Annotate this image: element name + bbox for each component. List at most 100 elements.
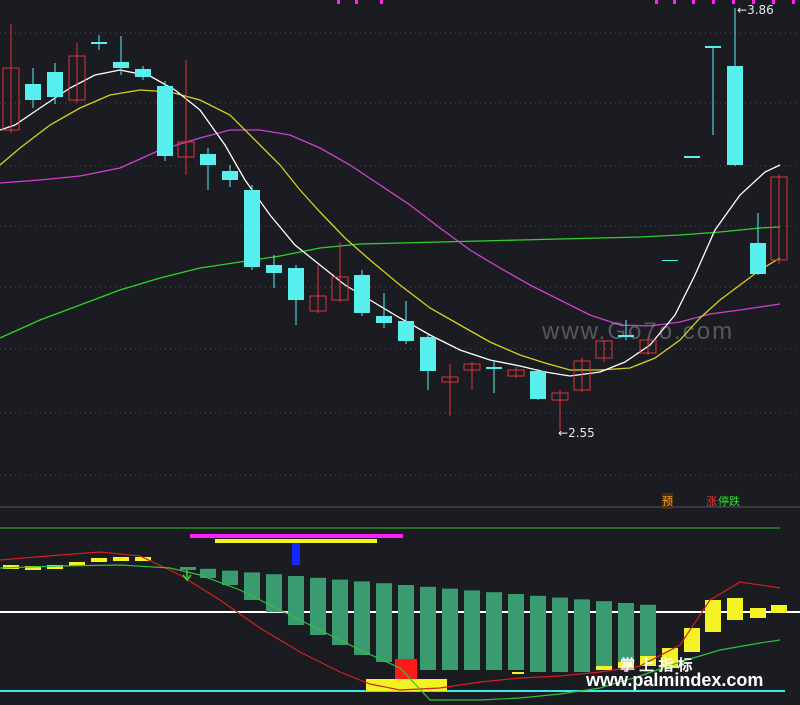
high-arrow: ← <box>737 3 748 17</box>
histogram-bar <box>222 570 238 585</box>
candle <box>398 301 414 344</box>
candle-body <box>113 62 129 68</box>
candle-body <box>398 321 414 341</box>
histogram-bar <box>354 581 370 655</box>
candle <box>750 213 766 275</box>
yellow-dash <box>91 558 107 562</box>
candle-body <box>135 69 151 77</box>
candle <box>727 8 743 166</box>
candle-body <box>266 265 282 273</box>
histogram-bar <box>398 585 414 668</box>
candle-body <box>530 371 546 399</box>
chart-canvas <box>0 0 800 701</box>
histogram-bar <box>574 599 590 672</box>
candle-body <box>244 190 260 267</box>
high-value: 3.86 <box>747 3 774 17</box>
candle-body <box>376 316 392 323</box>
top-tick <box>380 0 383 4</box>
candle <box>705 46 721 135</box>
grid <box>0 0 800 508</box>
histogram-bar <box>200 568 216 578</box>
candle <box>331 242 349 302</box>
yellow-block <box>750 608 766 618</box>
candle-body <box>25 84 41 100</box>
candle <box>530 369 546 400</box>
candle <box>507 367 525 378</box>
top-tick <box>732 0 735 4</box>
top-tick <box>692 0 695 4</box>
candle <box>354 270 370 316</box>
candle-body <box>200 154 216 165</box>
candle <box>47 63 63 104</box>
candle <box>376 293 392 328</box>
candle <box>244 185 260 270</box>
top-tick <box>673 0 676 4</box>
histogram-bar <box>464 590 480 670</box>
histogram-bar <box>420 586 436 670</box>
tag-zhang: 涨 <box>706 495 717 508</box>
histogram-bar <box>530 595 546 672</box>
watermark-top: www.Go7o.com <box>542 318 735 345</box>
magenta-signal <box>190 534 403 538</box>
candle <box>309 265 327 313</box>
candle <box>68 43 86 103</box>
candle <box>684 156 700 158</box>
candle-body <box>222 171 238 180</box>
candle <box>288 265 304 325</box>
candle <box>463 362 481 390</box>
candle-body <box>420 337 436 371</box>
low-label: ←2.55 <box>558 426 595 440</box>
candle <box>135 66 151 80</box>
histogram-bar <box>180 567 196 570</box>
histogram-bar <box>486 592 502 670</box>
yellow-block <box>771 605 787 613</box>
yellow-block <box>684 628 700 652</box>
histogram-bar <box>442 588 458 670</box>
candle <box>551 390 569 430</box>
candle-body <box>91 42 107 44</box>
candle-body <box>47 72 63 97</box>
yellow-block <box>727 598 743 620</box>
ma20-line <box>0 129 781 327</box>
candle <box>91 35 107 50</box>
candles <box>2 8 788 430</box>
high-label: ←3.86 <box>737 3 774 17</box>
candle <box>113 36 129 75</box>
candle <box>420 335 436 390</box>
histogram-bar <box>332 579 348 645</box>
histogram-bar <box>596 601 612 670</box>
yellow-dash <box>113 557 129 561</box>
tag-die: 停跌 <box>718 495 740 508</box>
candle <box>2 24 20 133</box>
histogram-bar <box>552 597 568 672</box>
yellow-dash <box>512 672 524 674</box>
candle <box>266 255 282 288</box>
candle <box>222 165 238 187</box>
candle-body <box>157 86 173 156</box>
low-value: 2.55 <box>568 426 595 440</box>
candle-body <box>662 260 678 261</box>
candle <box>200 148 216 190</box>
top-tick <box>337 0 340 4</box>
histogram-bar <box>640 604 656 660</box>
candle <box>441 364 459 416</box>
blue-signal <box>292 543 300 565</box>
low-arrow: ← <box>558 426 569 440</box>
top-tick <box>712 0 715 4</box>
candle-body <box>705 46 721 48</box>
candle <box>662 260 678 261</box>
candle-body <box>684 156 700 158</box>
candle <box>177 60 195 175</box>
candle-body <box>288 268 304 300</box>
yellow-signal <box>215 539 377 543</box>
candle-body <box>750 243 766 274</box>
histogram-bar <box>376 583 392 662</box>
candle-body <box>486 367 502 369</box>
red-signal <box>395 659 417 679</box>
top-tick <box>655 0 658 4</box>
candle-body <box>727 66 743 165</box>
candle <box>770 175 788 264</box>
candle <box>25 68 41 108</box>
candle <box>486 360 502 393</box>
top-tick <box>355 0 358 4</box>
